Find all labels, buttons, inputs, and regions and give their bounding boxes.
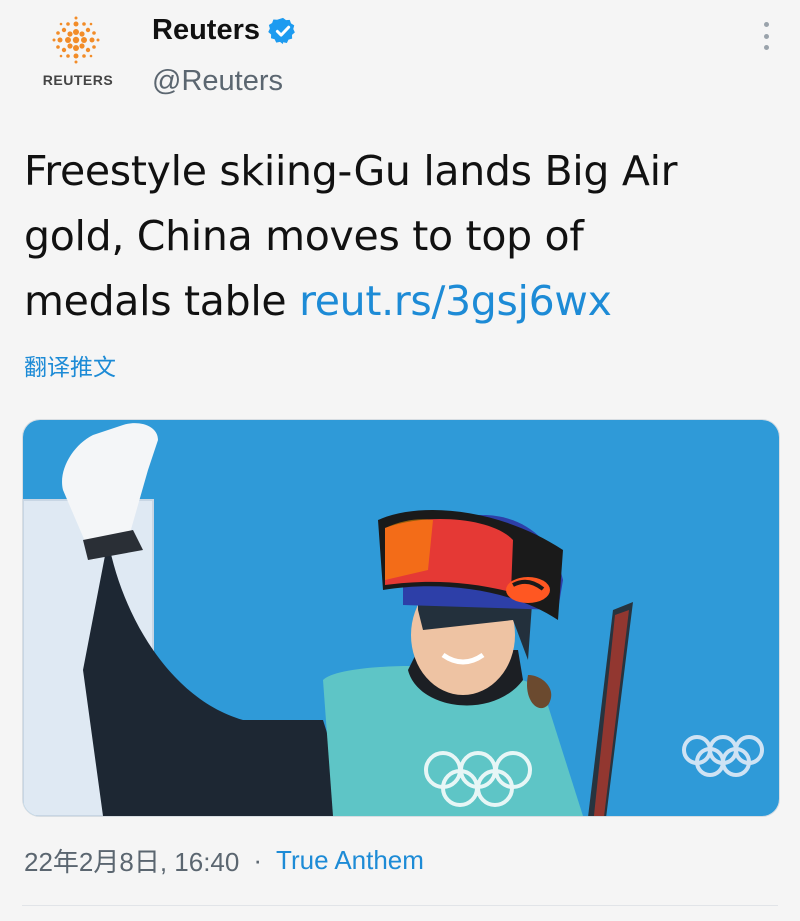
tweet-meta: 22年2月8日, 16:40 · True Anthem bbox=[24, 842, 424, 879]
logo-label: REUTERS bbox=[42, 72, 114, 88]
verified-badge-icon bbox=[268, 17, 295, 44]
meta-separator: · bbox=[253, 845, 263, 875]
translate-tweet-link[interactable]: 翻译推文 bbox=[24, 348, 116, 382]
divider bbox=[22, 905, 778, 906]
athlete-photo bbox=[23, 420, 779, 816]
tweet-link[interactable]: reut.rs/3gsj6wx bbox=[299, 277, 612, 325]
account-handle[interactable]: @Reuters bbox=[152, 65, 283, 98]
more-vertical-icon[interactable] bbox=[760, 22, 772, 50]
timestamp[interactable]: 22年2月8日, 16:40 bbox=[24, 842, 239, 879]
tweet-photo[interactable] bbox=[22, 419, 780, 817]
reuters-logo-icon bbox=[52, 16, 100, 64]
account-name[interactable]: Reuters bbox=[152, 14, 260, 47]
source-link[interactable]: True Anthem bbox=[276, 845, 424, 876]
account-name-row: Reuters bbox=[152, 14, 298, 47]
avatar[interactable]: REUTERS bbox=[30, 14, 126, 94]
tweet-text: Freestyle skiing-Gu lands Big Air gold, … bbox=[24, 139, 724, 334]
